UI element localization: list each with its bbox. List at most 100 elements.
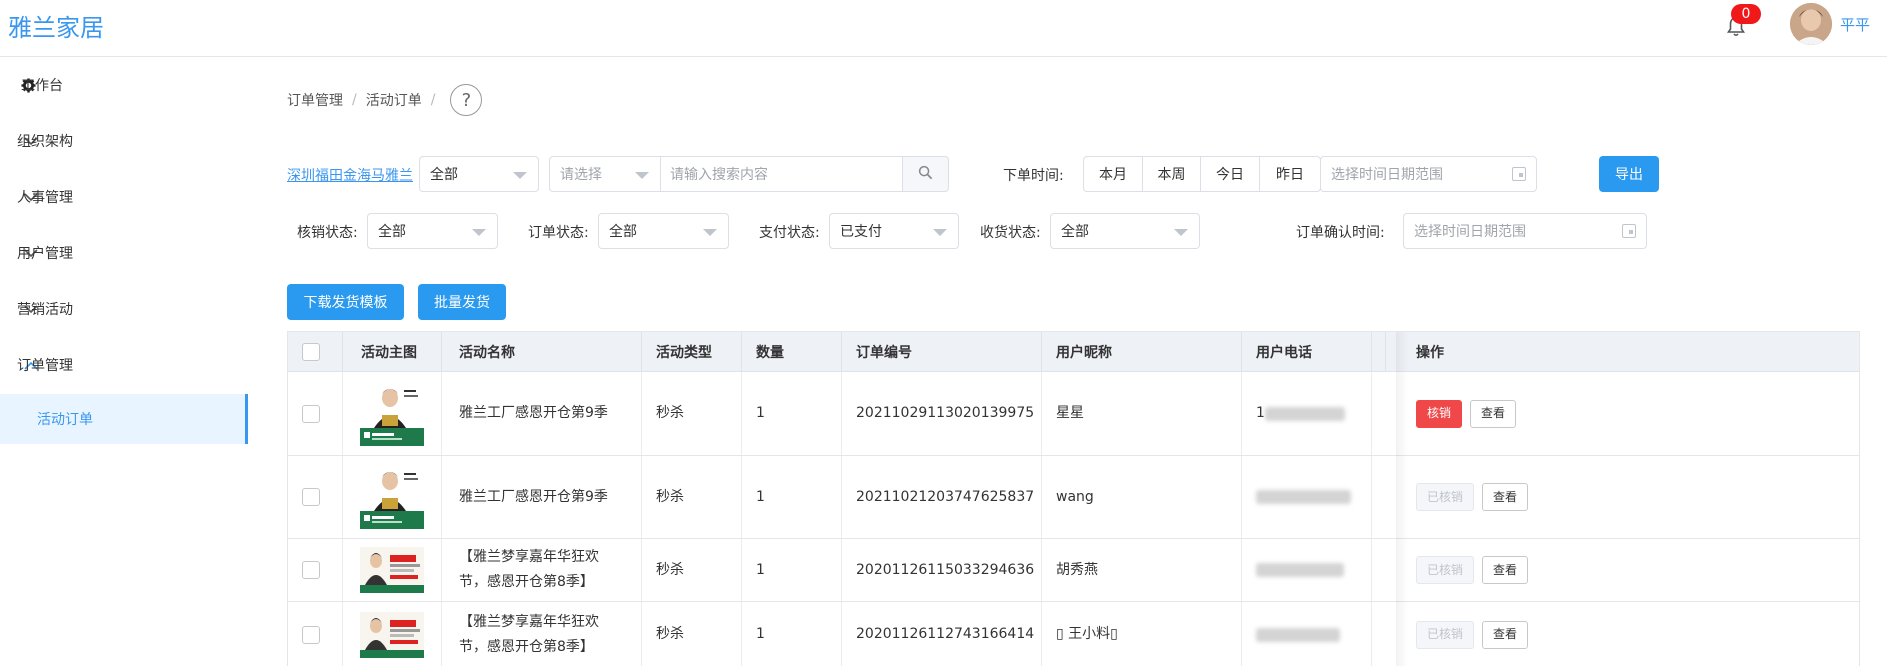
sidebar-item-label: 用户管理 xyxy=(17,246,73,262)
breadcrumb-activity-orders[interactable]: 活动订单 xyxy=(366,90,422,110)
activity-name-line1: 【雅兰梦享嘉年华狂欢 xyxy=(459,549,599,565)
activity-thumbnail[interactable] xyxy=(360,611,424,658)
user-nickname: ▯ 王小料▯ xyxy=(1042,602,1242,666)
user-phone: 1 xyxy=(1242,372,1372,455)
activity-name: 雅兰工厂感恩开仓第9季 xyxy=(442,372,642,455)
activity-name-line2: 节，感恩开仓第8季】 xyxy=(459,638,594,655)
order-time-label: 下单时间: xyxy=(1003,168,1064,184)
time-today-button[interactable]: 今日 xyxy=(1200,156,1260,192)
search-input[interactable]: 请输入搜索内容 xyxy=(660,156,903,192)
confirm-time-label: 订单确认时间: xyxy=(1296,225,1385,241)
sidebar-item-label: 组织架构 xyxy=(17,134,73,150)
export-button[interactable]: 导出 xyxy=(1599,156,1659,192)
app-logo[interactable]: 雅兰家居 xyxy=(8,8,104,43)
search-input-placeholder: 请输入搜索内容 xyxy=(670,167,768,183)
sidebar-item-label: 营销活动 xyxy=(17,302,73,318)
avatar[interactable] xyxy=(1790,3,1832,45)
caret-down-icon xyxy=(1174,229,1188,236)
order-number: 20201126115033294636 xyxy=(842,539,1042,601)
row-checkbox[interactable] xyxy=(302,625,320,644)
sidebar-item-label: 人事管理 xyxy=(17,190,73,206)
writeoff-status-select[interactable]: 全部 xyxy=(367,213,498,249)
pay-status-label: 支付状态: xyxy=(759,225,820,241)
view-button[interactable]: 查看 xyxy=(1482,483,1529,511)
header-quantity: 数量 xyxy=(742,332,842,372)
store-select[interactable]: 全部 xyxy=(419,156,539,192)
activity-thumbnail[interactable] xyxy=(360,465,424,529)
breadcrumb-orders[interactable]: 订单管理 xyxy=(287,90,343,110)
download-template-button[interactable]: 下载发货模板 xyxy=(287,284,404,320)
view-button[interactable]: 查看 xyxy=(1482,556,1529,584)
receive-status-value: 全部 xyxy=(1061,224,1089,240)
field-select-placeholder: 请选择 xyxy=(560,167,602,183)
sidebar-item-organization[interactable]: 组织架构 xyxy=(0,113,248,169)
activity-name-line2: 节，感恩开仓第8季】 xyxy=(459,574,594,590)
header-activity-type: 活动类型 xyxy=(642,332,742,372)
fixed-column-shadow xyxy=(1396,332,1408,666)
view-button[interactable]: 查看 xyxy=(1470,399,1517,428)
breadcrumb: 订单管理 / 活动订单 / ? xyxy=(287,84,483,116)
confirm-date-placeholder: 选择时间日期范围 xyxy=(1414,224,1526,240)
writeoff-status-value: 全部 xyxy=(378,224,406,240)
caret-down-icon xyxy=(635,172,649,179)
search-button[interactable] xyxy=(902,156,949,192)
header-actions: 操作 xyxy=(1416,345,1444,361)
batch-ship-button[interactable]: 批量发货 xyxy=(418,284,506,320)
pay-status-select[interactable]: 已支付 xyxy=(829,213,959,249)
row-checkbox[interactable] xyxy=(302,561,320,579)
order-status-select[interactable]: 全部 xyxy=(598,213,729,249)
activity-thumbnail[interactable] xyxy=(360,547,424,593)
sidebar-item-users[interactable]: 用户管理 xyxy=(0,225,248,281)
quantity: 1 xyxy=(742,539,842,601)
sidebar-item-workbench[interactable]: 工作台 xyxy=(0,58,248,112)
caret-down-icon xyxy=(513,172,527,179)
writeoff-done-button: 已核销 xyxy=(1416,556,1475,584)
order-date-range-input[interactable]: 选择时间日期范围 xyxy=(1320,156,1537,192)
pay-status-value: 已支付 xyxy=(840,224,882,240)
date-range-placeholder: 选择时间日期范围 xyxy=(1331,167,1443,183)
activity-type: 秒杀 xyxy=(642,539,742,601)
field-select[interactable]: 请选择 xyxy=(549,156,661,192)
select-all-checkbox[interactable] xyxy=(302,343,320,361)
writeoff-button[interactable]: 核销 xyxy=(1416,399,1463,428)
caret-down-icon xyxy=(703,229,717,236)
receive-status-select[interactable]: 全部 xyxy=(1050,213,1200,249)
sidebar-item-label: 订单管理 xyxy=(17,358,73,374)
row-checkbox[interactable] xyxy=(302,404,320,423)
user-phone xyxy=(1242,539,1372,601)
breadcrumb-separator: / xyxy=(352,92,357,108)
row-checkbox[interactable] xyxy=(302,488,320,506)
confirm-date-range-input[interactable]: 选择时间日期范围 xyxy=(1403,213,1647,249)
header-nickname: 用户昵称 xyxy=(1042,332,1242,372)
writeoff-status-label: 核销状态: xyxy=(297,225,358,241)
phone-visible-digit: 1 xyxy=(1256,405,1265,421)
writeoff-done-button: 已核销 xyxy=(1416,620,1475,649)
help-icon[interactable]: ? xyxy=(450,84,483,116)
user-name[interactable]: 平平 xyxy=(1840,14,1870,35)
header-select-all xyxy=(288,332,343,372)
sidebar: 工作台 组织架构 人事管理 用户管理 营销活动 订单管理 活动订单 xyxy=(0,58,248,666)
order-status-value: 全部 xyxy=(609,224,637,240)
table-row: 【雅兰梦享嘉年华狂欢 节，感恩开仓第8季】 秒杀 1 2020112611503… xyxy=(288,539,1859,602)
user-phone xyxy=(1242,456,1372,538)
view-button[interactable]: 查看 xyxy=(1482,620,1529,649)
user-phone xyxy=(1242,602,1372,666)
activity-name-line1: 【雅兰梦享嘉年华狂欢 xyxy=(459,613,599,630)
sidebar-item-activity-orders[interactable]: 活动订单 xyxy=(0,394,248,444)
sidebar-item-marketing[interactable]: 营销活动 xyxy=(0,281,248,337)
quantity: 1 xyxy=(742,372,842,455)
user-nickname: wang xyxy=(1042,456,1242,538)
table-row: 雅兰工厂感恩开仓第9季 秒杀 1 20211021203747625837 wa… xyxy=(288,456,1859,539)
sidebar-item-orders[interactable]: 订单管理 xyxy=(0,337,248,393)
sidebar-item-label: 工作台 xyxy=(21,78,63,94)
table-header: 活动主图 活动名称 活动类型 数量 订单编号 用户昵称 用户电话 操作 xyxy=(288,332,1859,372)
activity-thumbnail[interactable] xyxy=(360,381,424,446)
header-main-image: 活动主图 xyxy=(343,332,442,372)
store-link[interactable]: 深圳福田金海马雅兰 xyxy=(287,165,413,185)
time-this-week-button[interactable]: 本周 xyxy=(1142,156,1201,192)
phone-redacted xyxy=(1256,627,1340,642)
time-this-month-button[interactable]: 本月 xyxy=(1083,156,1143,192)
sidebar-item-hr[interactable]: 人事管理 xyxy=(0,169,248,225)
table-row: 雅兰工厂感恩开仓第9季 秒杀 1 20211029113020139975 星星… xyxy=(288,372,1859,456)
time-yesterday-button[interactable]: 昨日 xyxy=(1259,156,1321,192)
